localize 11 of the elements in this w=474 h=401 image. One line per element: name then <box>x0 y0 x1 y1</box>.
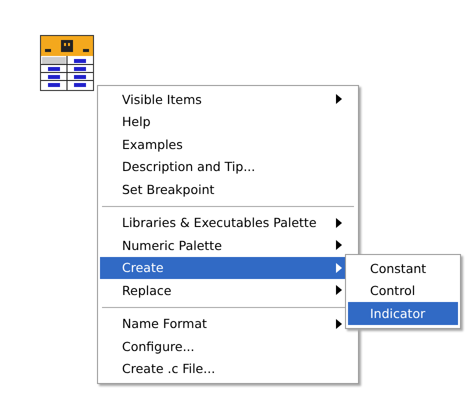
menu-item[interactable]: Create .c File... <box>100 358 356 380</box>
menu-item[interactable]: Indicator <box>348 302 458 324</box>
menu-item[interactable]: Numeric Palette <box>100 234 356 256</box>
menu-item[interactable]: Configure... <box>100 335 356 358</box>
menu-item[interactable]: Help <box>100 110 356 133</box>
menu-item[interactable]: Examples <box>100 133 356 156</box>
cluster-node-icon <box>40 35 94 91</box>
menu-item[interactable]: Libraries & Executables Palette <box>100 212 356 234</box>
menu-item[interactable]: Set Breakpoint <box>100 178 356 200</box>
menu-item[interactable]: Visible Items <box>100 88 356 110</box>
menu-item[interactable]: Description and Tip... <box>100 156 356 178</box>
